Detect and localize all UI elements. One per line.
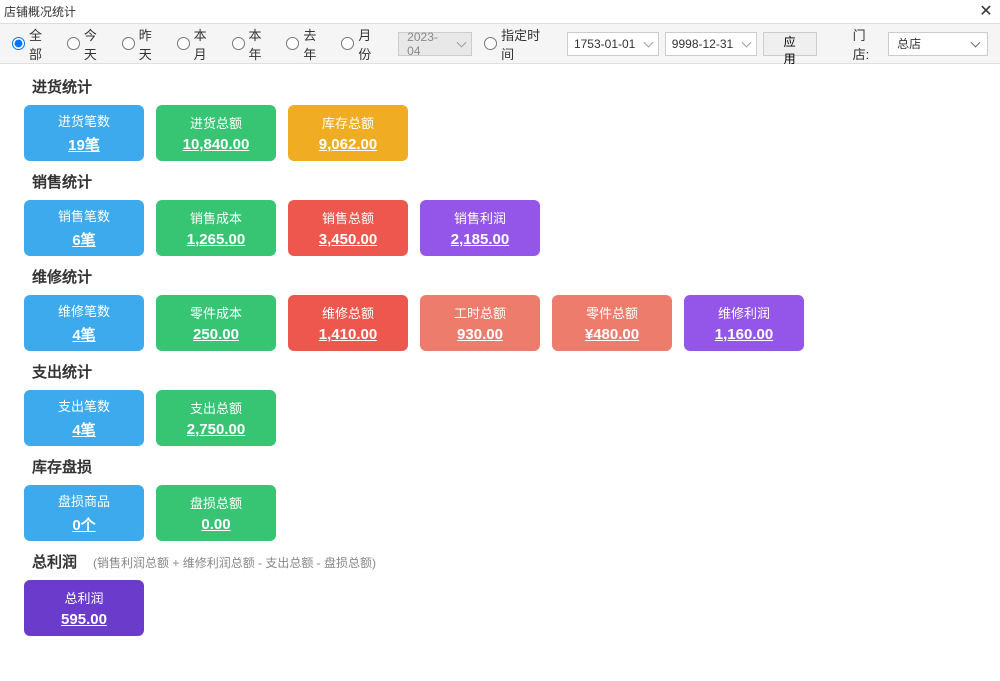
stat-card[interactable]: 盘损商品 0个: [24, 485, 144, 541]
section-sales: 销售统计 销售笔数 6笔 销售成本 1,265.00 销售总额 3,450.00 销售利润 2…: [24, 171, 976, 256]
stat-card[interactable]: 进货总额 10,840.00: [156, 105, 276, 161]
stat-card-value: 0个: [72, 514, 95, 535]
section-repair: 维修统计 维修笔数 4笔 零件成本 250.00 维修总额 1,410.00 工时总额 930…: [24, 266, 976, 351]
stat-card[interactable]: 盘损总额 0.00: [156, 485, 276, 541]
stat-card-value: 930.00: [457, 326, 503, 343]
section-title-expense: 支出统计: [24, 361, 976, 382]
stat-card-value: 3,450.00: [319, 231, 377, 248]
stat-card-value: 250.00: [193, 326, 239, 343]
stat-card-value: 0.00: [201, 516, 230, 533]
radio-yesterday[interactable]: 昨天: [122, 25, 165, 63]
stat-card[interactable]: 支出总额 2,750.00: [156, 390, 276, 446]
stat-card[interactable]: 销售总额 3,450.00: [288, 200, 408, 256]
stat-card-value: 9,062.00: [319, 136, 377, 153]
stat-card-label: 工时总额: [454, 303, 506, 322]
stat-card-label: 销售笔数: [58, 206, 110, 225]
stat-card-value: 2,750.00: [187, 421, 245, 438]
stat-card[interactable]: 零件总额 ¥480.00: [552, 295, 672, 351]
cards-expense: 支出笔数 4笔 支出总额 2,750.00: [24, 390, 976, 446]
stat-card-label: 维修总额: [322, 303, 374, 322]
stat-card-label: 盘损总额: [190, 493, 242, 512]
section-profit: 总利润 (销售利润总额 + 维修利润总额 - 支出总额 - 盘损总额) 总利润 5…: [24, 551, 976, 636]
stat-card[interactable]: 维修总额 1,410.00: [288, 295, 408, 351]
radio-this-year[interactable]: 本年: [232, 25, 275, 63]
stat-card[interactable]: 销售利润 2,185.00: [420, 200, 540, 256]
section-purchase: 进货统计 进货笔数 19笔 进货总额 10,840.00 库存总额 9,062.00: [24, 76, 976, 161]
cards-profit: 总利润 595.00: [24, 580, 976, 636]
toolbar: 全部 今天 昨天 本月 本年 去年 月份 2023-04 指定时间 1753-0…: [0, 24, 1000, 64]
store-label: 门店:: [853, 25, 883, 63]
stat-card-label: 维修笔数: [58, 301, 110, 320]
date-from-input[interactable]: 1753-01-01: [567, 32, 659, 56]
stat-card[interactable]: 维修笔数 4笔: [24, 295, 144, 351]
stat-card-value: 6笔: [72, 229, 95, 250]
stat-card-label: 销售总额: [322, 208, 374, 227]
cards-repair: 维修笔数 4笔 零件成本 250.00 维修总额 1,410.00 工时总额 930.00 零件…: [24, 295, 976, 351]
section-title-sales: 销售统计: [24, 171, 976, 192]
stat-card-label: 销售利润: [454, 208, 506, 227]
stat-card[interactable]: 工时总额 930.00: [420, 295, 540, 351]
stat-card-value: 4笔: [72, 419, 95, 440]
stat-card-label: 库存总额: [322, 113, 374, 132]
section-title-profit: 总利润 (销售利润总额 + 维修利润总额 - 支出总额 - 盘损总额): [24, 551, 976, 572]
section-title-loss: 库存盘损: [24, 456, 976, 477]
stat-card-value: 4笔: [72, 324, 95, 345]
stat-card-label: 支出笔数: [58, 396, 110, 415]
stat-card[interactable]: 销售成本 1,265.00: [156, 200, 276, 256]
stat-card-label: 零件总额: [586, 303, 638, 322]
radio-custom[interactable]: 指定时间: [484, 25, 553, 63]
radio-last-year[interactable]: 去年: [286, 25, 329, 63]
stat-card-value: 19笔: [68, 134, 100, 155]
stat-card-label: 维修利润: [718, 303, 770, 322]
cards-loss: 盘损商品 0个 盘损总额 0.00: [24, 485, 976, 541]
stat-card[interactable]: 进货笔数 19笔: [24, 105, 144, 161]
stat-card-label: 盘损商品: [58, 491, 110, 510]
stat-card-value: 595.00: [61, 611, 107, 628]
stat-card-value: 10,840.00: [183, 136, 250, 153]
radio-this-month[interactable]: 本月: [177, 25, 220, 63]
content: 进货统计 进货笔数 19笔 进货总额 10,840.00 库存总额 9,062.00 销售…: [0, 64, 1000, 658]
stat-card-value: 1,160.00: [715, 326, 773, 343]
cards-purchase: 进货笔数 19笔 进货总额 10,840.00 库存总额 9,062.00: [24, 105, 976, 161]
stat-card[interactable]: 销售笔数 6笔: [24, 200, 144, 256]
stat-card-label: 零件成本: [190, 303, 242, 322]
radio-today[interactable]: 今天: [67, 25, 110, 63]
stat-card[interactable]: 总利润 595.00: [24, 580, 144, 636]
stat-card-label: 进货总额: [190, 113, 242, 132]
stat-card-label: 支出总额: [190, 398, 242, 417]
stat-card[interactable]: 库存总额 9,062.00: [288, 105, 408, 161]
section-expense: 支出统计 支出笔数 4笔 支出总额 2,750.00: [24, 361, 976, 446]
cards-sales: 销售笔数 6笔 销售成本 1,265.00 销售总额 3,450.00 销售利润 2,185.…: [24, 200, 976, 256]
window-title: 店铺概况统计: [4, 3, 976, 20]
store-select[interactable]: 总店: [888, 32, 988, 56]
radio-month[interactable]: 月份: [341, 25, 384, 63]
stat-card-label: 进货笔数: [58, 111, 110, 130]
apply-button[interactable]: 应用: [763, 32, 817, 56]
section-title-repair: 维修统计: [24, 266, 976, 287]
section-title-purchase: 进货统计: [24, 76, 976, 97]
stat-card-value: 1,410.00: [319, 326, 377, 343]
stat-card-label: 销售成本: [190, 208, 242, 227]
titlebar: 店铺概况统计 ✕: [0, 0, 1000, 24]
section-loss: 库存盘损 盘损商品 0个 盘损总额 0.00: [24, 456, 976, 541]
radio-all[interactable]: 全部: [12, 25, 55, 63]
close-icon[interactable]: ✕: [976, 4, 996, 20]
time-range-radios: 全部 今天 昨天 本月 本年 去年 月份: [12, 25, 392, 63]
month-select[interactable]: 2023-04: [398, 32, 472, 56]
stat-card-value: ¥480.00: [585, 326, 639, 343]
stat-card-value: 1,265.00: [187, 231, 245, 248]
profit-subtitle: (销售利润总额 + 维修利润总额 - 支出总额 - 盘损总额): [93, 554, 376, 571]
stat-card-label: 总利润: [64, 588, 103, 607]
stat-card[interactable]: 支出笔数 4笔: [24, 390, 144, 446]
date-to-input[interactable]: 9998-12-31: [665, 32, 757, 56]
stat-card[interactable]: 维修利润 1,160.00: [684, 295, 804, 351]
stat-card-value: 2,185.00: [451, 231, 509, 248]
stat-card[interactable]: 零件成本 250.00: [156, 295, 276, 351]
